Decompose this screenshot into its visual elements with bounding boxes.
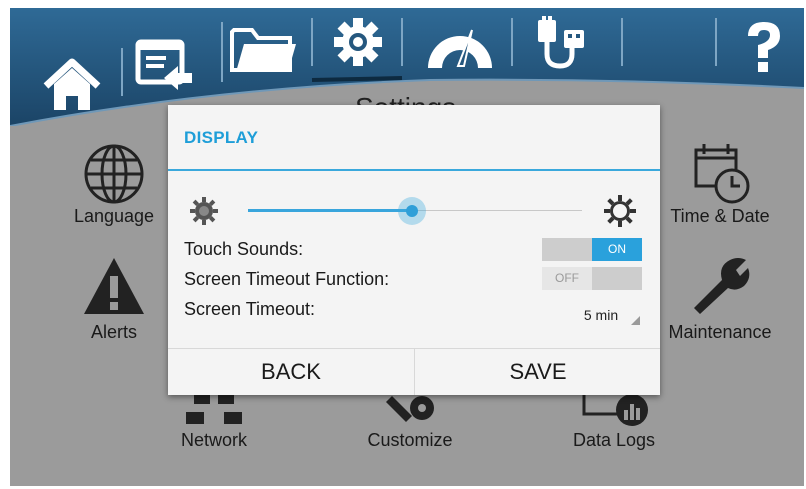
- screen-timeout-function-label: Screen Timeout Function:: [184, 269, 390, 289]
- tile-data-logs-label: Data Logs: [572, 430, 656, 450]
- save-button[interactable]: SAVE: [415, 349, 661, 395]
- brightness-slider[interactable]: [190, 195, 640, 227]
- screen-timeout-label: Screen Timeout:: [184, 299, 316, 319]
- tile-network[interactable]: Network: [164, 392, 264, 451]
- help-icon: [748, 22, 780, 72]
- tile-alerts-label: Alerts: [90, 322, 137, 342]
- tile-maintenance[interactable]: Maintenance: [658, 256, 782, 343]
- tile-language-label: Language: [73, 206, 155, 226]
- brightness-low-icon: [190, 197, 218, 225]
- screen-back-button[interactable]: [134, 38, 198, 94]
- touch-sounds-toggle[interactable]: ON: [542, 238, 642, 261]
- back-button[interactable]: BACK: [168, 349, 414, 395]
- data-logs-icon: [582, 394, 648, 426]
- home-button[interactable]: [40, 58, 104, 114]
- usb-cable-icon: [538, 16, 584, 69]
- folder-icon: [230, 28, 296, 72]
- dropdown-corner-icon: [631, 316, 640, 325]
- help-button[interactable]: [738, 18, 790, 78]
- display-dialog: DISPLAY Touch Sounds: ON Screen Timeout …: [168, 105, 660, 395]
- tile-maintenance-label: Maintenance: [668, 322, 772, 342]
- brightness-thumb[interactable]: [405, 205, 418, 217]
- brightness-high-icon: [604, 195, 636, 227]
- tile-language[interactable]: Language: [64, 142, 164, 227]
- tile-customize[interactable]: Customize: [360, 392, 460, 451]
- touch-sounds-label: Touch Sounds:: [184, 239, 304, 259]
- network-icon: [186, 394, 242, 424]
- settings-button[interactable]: [332, 16, 384, 68]
- screen-timeout-value: 5 min: [583, 307, 619, 323]
- usb-button[interactable]: [534, 16, 598, 72]
- screen-back-icon: [135, 39, 192, 90]
- home-icon: [43, 58, 101, 110]
- alert-triangle-icon: [84, 258, 144, 314]
- tile-customize-label: Customize: [367, 430, 453, 450]
- globe-icon: [84, 144, 144, 204]
- screen-timeout-function-toggle[interactable]: OFF: [542, 267, 642, 290]
- screen-timeout-dropdown[interactable]: 5 min: [560, 303, 642, 327]
- dialog-title: DISPLAY: [184, 128, 259, 147]
- wrench-icon: [694, 258, 750, 314]
- gear-icon: [334, 18, 382, 66]
- gauge-icon: [428, 29, 492, 68]
- tile-time-date-label: Time & Date: [670, 206, 770, 226]
- device-screen: Settings Language Alerts: [10, 8, 804, 486]
- tile-network-label: Network: [180, 430, 247, 450]
- gauge-button[interactable]: [422, 22, 498, 72]
- brightness-fill: [248, 209, 412, 212]
- touch-sounds-toggle-state: ON: [592, 238, 642, 261]
- dialog-title-divider: [168, 169, 660, 171]
- tile-data-logs[interactable]: Data Logs: [564, 392, 664, 451]
- tile-alerts[interactable]: Alerts: [70, 256, 158, 343]
- screen-timeout-function-toggle-state: OFF: [542, 267, 592, 290]
- tile-time-date[interactable]: Time & Date: [660, 142, 780, 227]
- customize-tools-icon: [386, 396, 434, 422]
- folder-button[interactable]: [228, 22, 298, 76]
- calendar-clock-icon: [694, 144, 750, 204]
